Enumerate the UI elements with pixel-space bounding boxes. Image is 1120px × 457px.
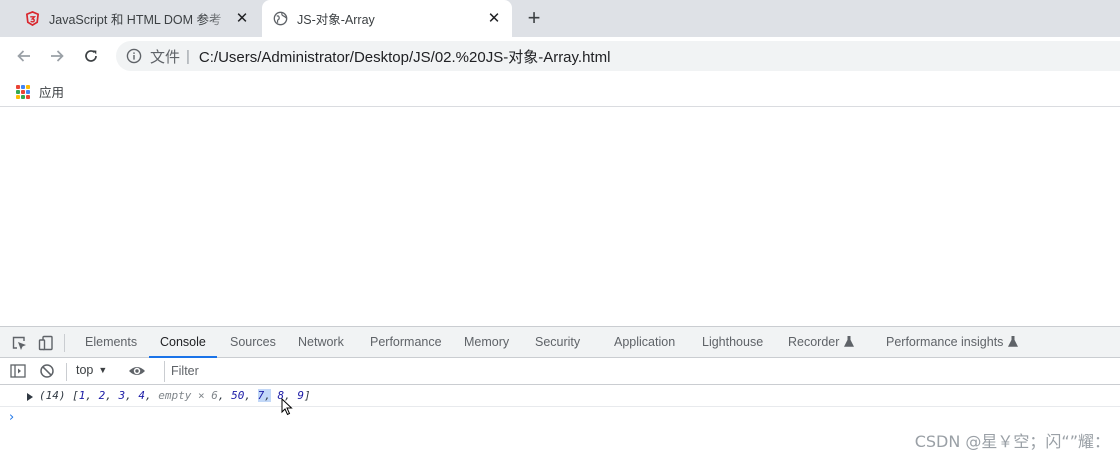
forward-arrow-icon[interactable] xyxy=(46,45,68,67)
array-separator: , xyxy=(105,389,119,402)
tab-recorder[interactable]: Recorder xyxy=(788,327,855,357)
page-viewport xyxy=(0,108,1120,326)
dropdown-arrow-icon: ▼ xyxy=(98,365,108,375)
close-tab-icon[interactable]: ✕ xyxy=(234,10,250,27)
flask-icon xyxy=(1008,336,1019,347)
context-selector[interactable]: top ▼ xyxy=(76,363,107,377)
mouse-cursor-icon xyxy=(281,398,293,416)
array-separator: , xyxy=(264,389,271,402)
inspect-element-icon[interactable] xyxy=(10,334,28,352)
apps-bookmark[interactable]: 应用 xyxy=(16,82,64,101)
array-item: 9 xyxy=(297,389,304,402)
w3-icon xyxy=(24,11,40,27)
tab-performance-insights-label: Performance insights xyxy=(886,335,1004,349)
tab-lighthouse[interactable]: Lighthouse xyxy=(702,327,763,357)
tab-sources[interactable]: Sources xyxy=(230,327,276,357)
apps-grid-icon xyxy=(16,84,30,99)
bookmarks-bar: 应用 xyxy=(0,75,1120,107)
tab-title: JS-对象-Array xyxy=(297,13,375,27)
console-prompt[interactable]: › xyxy=(0,408,1120,428)
reload-icon[interactable] xyxy=(80,45,102,67)
tab-elements[interactable]: Elements xyxy=(85,327,137,357)
back-arrow-icon[interactable] xyxy=(13,45,35,67)
array-close-bracket: ] xyxy=(303,389,311,402)
close-tab-icon[interactable]: ✕ xyxy=(486,10,502,27)
tab-security[interactable]: Security xyxy=(535,327,580,357)
prompt-chevron-icon: › xyxy=(9,410,15,425)
array-item: 50 xyxy=(231,389,245,402)
context-value: top xyxy=(76,363,94,377)
address-bar[interactable]: 文件 | C:/Users/Administrator/Desktop/JS/0… xyxy=(116,41,1120,71)
tab-js-array[interactable]: JS-对象-Array ✕ xyxy=(262,0,512,37)
console-filter-bar: top ▼ Filter xyxy=(0,358,1120,385)
info-icon[interactable] xyxy=(126,48,142,64)
clear-console-icon[interactable] xyxy=(38,362,56,380)
tab-network[interactable]: Network xyxy=(298,327,344,357)
console-message[interactable]: (14) [1, 2, 3, 4, empty × 6, 50, 7, 8, 9… xyxy=(0,385,1120,407)
array-length: (14) xyxy=(39,389,73,402)
expand-triangle-icon[interactable] xyxy=(27,393,33,401)
device-toolbar-icon[interactable] xyxy=(37,334,55,352)
devtools-tab-bar: Elements Console Sources Network Perform… xyxy=(0,327,1120,358)
toolbar-divider xyxy=(66,363,67,381)
flask-icon xyxy=(844,336,855,347)
array-preview: (14) [1, 2, 3, 4, empty × 6, 50, 7, 8, 9… xyxy=(39,385,311,407)
array-open-bracket: [ xyxy=(72,389,79,402)
apps-label: 应用 xyxy=(39,86,65,100)
array-empty-slots: empty × 6 xyxy=(158,389,218,402)
tab-performance[interactable]: Performance xyxy=(370,327,442,357)
tab-performance-insights[interactable]: Performance insights xyxy=(886,327,1019,357)
browser-toolbar: 文件 | C:/Users/Administrator/Desktop/JS/0… xyxy=(0,37,1120,75)
watermark: CSDN @星￥空；闪“”耀： xyxy=(914,432,1110,451)
array-separator: , xyxy=(244,389,258,402)
array-separator: , xyxy=(217,389,232,402)
tab-recorder-label: Recorder xyxy=(788,335,840,349)
array-separator: , xyxy=(85,389,99,402)
sidebar-toggle-icon[interactable] xyxy=(9,362,27,380)
globe-icon xyxy=(272,11,288,27)
console-filter-input[interactable]: Filter xyxy=(164,361,1120,382)
tab-javascript-dom-reference[interactable]: JavaScript 和 HTML DOM 参考 ✕ xyxy=(14,0,260,37)
tab-memory[interactable]: Memory xyxy=(464,327,509,357)
array-item: 4 xyxy=(138,389,145,402)
live-expression-eye-icon[interactable] xyxy=(128,362,146,380)
tab-application[interactable]: Application xyxy=(614,327,675,357)
tab-title: JavaScript 和 HTML DOM 参考 xyxy=(49,13,222,27)
scheme-separator: | xyxy=(186,47,190,65)
toolbar-divider xyxy=(64,334,65,352)
tab-console[interactable]: Console xyxy=(149,327,217,358)
array-separator: , xyxy=(145,389,159,402)
url-text[interactable]: C:/Users/Administrator/Desktop/JS/02.%20… xyxy=(199,46,611,67)
array-separator: , xyxy=(125,389,139,402)
tab-strip: JavaScript 和 HTML DOM 参考 ✕ JS-对象-Array ✕… xyxy=(0,0,1120,37)
new-tab-icon[interactable]: + xyxy=(521,6,547,32)
scheme-label: 文件 xyxy=(150,48,181,66)
